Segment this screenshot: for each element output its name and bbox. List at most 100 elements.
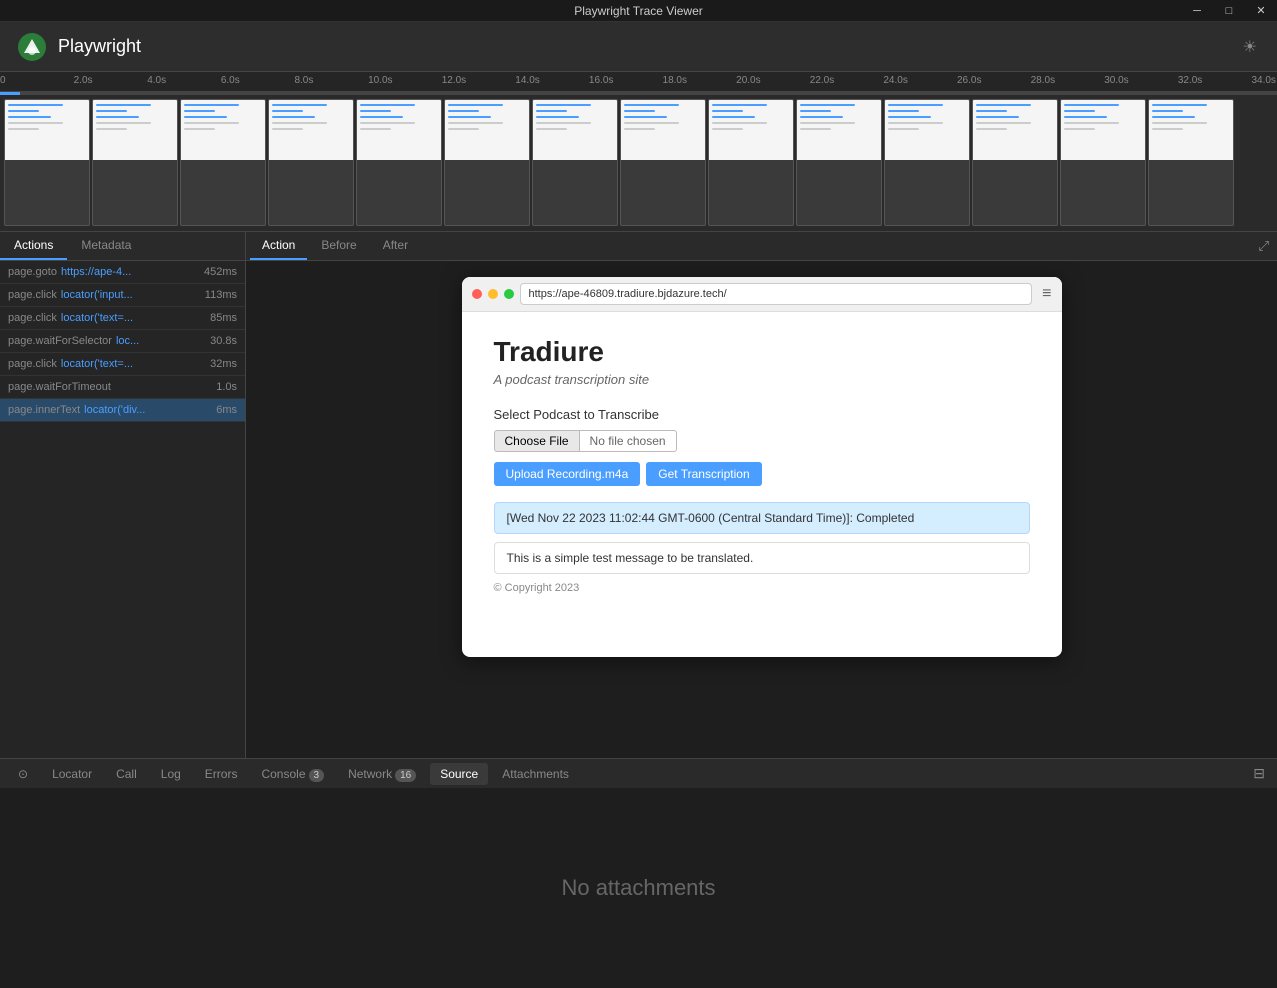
timeline-tick: 6.0s [221, 75, 240, 86]
tab-badge: 3 [309, 769, 325, 782]
action-item[interactable]: page.waitForSelectorloc...30.8s [0, 330, 245, 353]
header-left: Playwright [16, 31, 141, 63]
bottom-tab-[interactable]: ⊙ [8, 763, 38, 785]
result-message: This is a simple test message to be tran… [494, 542, 1030, 574]
browser-window: https://ape-46809.tradiure.bjdazure.tech… [462, 277, 1062, 657]
bottom-tab-locator[interactable]: Locator [42, 763, 102, 785]
action-duration: 32ms [210, 358, 237, 370]
timeline-tick: 2.0s [74, 75, 93, 86]
action-duration: 85ms [210, 312, 237, 324]
action-locator: locator('input... [61, 289, 201, 301]
browser-menu-icon[interactable]: ≡ [1042, 285, 1051, 303]
tab-after[interactable]: After [371, 232, 420, 260]
tab-badge: 16 [395, 769, 416, 782]
bottom-tab-log[interactable]: Log [151, 763, 191, 785]
screenshot-thumb[interactable] [532, 99, 618, 226]
timeline-tick: 14.0s [515, 75, 539, 86]
no-attachments-section: No attachments [0, 788, 1277, 988]
maximize-button[interactable]: □ [1213, 0, 1245, 22]
action-item[interactable]: page.waitForTimeout 1.0s [0, 376, 245, 399]
screenshot-thumb[interactable] [356, 99, 442, 226]
tab-action[interactable]: Action [250, 232, 307, 260]
theme-toggle-button[interactable]: ☀ [1239, 33, 1261, 61]
timeline-tick: 20.0s [736, 75, 760, 86]
screenshot-thumb[interactable] [1060, 99, 1146, 226]
copyright-text: © Copyright 2023 [494, 582, 1030, 594]
screenshot-thumb[interactable] [1148, 99, 1234, 226]
action-method: page.click [8, 289, 57, 301]
transcribe-button[interactable]: Get Transcription [646, 462, 761, 486]
choose-file-button[interactable]: Choose File [494, 430, 580, 452]
action-item[interactable]: page.innerTextlocator('div...6ms [0, 399, 245, 422]
tab-actions[interactable]: Actions [0, 232, 67, 260]
timeline-tick: 12.0s [442, 75, 466, 86]
app-header: Playwright ☀ [0, 22, 1277, 72]
screenshot-thumb[interactable] [4, 99, 90, 226]
left-panel: Actions Metadata page.gotohttps://ape-4.… [0, 232, 246, 758]
screenshot-thumb[interactable] [708, 99, 794, 226]
upload-button[interactable]: Upload Recording.m4a [494, 462, 641, 486]
timeline-progress-fill [0, 92, 20, 95]
window-title: Playwright Trace Viewer [574, 4, 703, 18]
bottom-tab-attachments[interactable]: Attachments [492, 763, 579, 785]
timeline-tick: 32.0s [1178, 75, 1202, 86]
timeline-tick: 26.0s [957, 75, 981, 86]
select-podcast-label: Select Podcast to Transcribe [494, 407, 1030, 422]
action-method: page.click [8, 358, 57, 370]
no-attachments-text: No attachments [561, 875, 715, 901]
panel-tabs: Actions Metadata [0, 232, 245, 261]
screenshot-thumb[interactable] [620, 99, 706, 226]
screenshot-thumb[interactable] [180, 99, 266, 226]
bottom-tab-console[interactable]: Console3 [251, 763, 334, 785]
no-file-text: No file chosen [580, 430, 677, 452]
screenshot-thumb[interactable] [972, 99, 1058, 226]
action-duration: 6ms [216, 404, 237, 416]
action-item[interactable]: page.gotohttps://ape-4...452ms [0, 261, 245, 284]
timeline-screenshots [0, 95, 1277, 230]
expand-button[interactable]: ⤢ [1254, 234, 1273, 258]
bottom-tab-call[interactable]: Call [106, 763, 147, 785]
tab-before[interactable]: Before [309, 232, 368, 260]
bottom-right-controls: ⊟ [1249, 761, 1269, 786]
timeline-tick: 16.0s [589, 75, 613, 86]
close-button[interactable]: ✕ [1245, 0, 1277, 22]
window-controls: ─ □ ✕ [1181, 0, 1277, 22]
bottom-tab-errors[interactable]: Errors [195, 763, 248, 785]
action-tabs: Action Before After ⤢ [246, 232, 1277, 261]
timeline-tick: 10.0s [368, 75, 392, 86]
minimize-button[interactable]: ─ [1181, 0, 1213, 22]
status-message: [Wed Nov 22 2023 11:02:44 GMT-0600 (Cent… [494, 502, 1030, 534]
action-method: page.click [8, 312, 57, 324]
title-bar: Playwright Trace Viewer ─ □ ✕ [0, 0, 1277, 22]
browser-chrome: https://ape-46809.tradiure.bjdazure.tech… [462, 277, 1062, 312]
timeline-ruler[interactable]: 02.0s4.0s6.0s8.0s10.0s12.0s14.0s16.0s18.… [0, 72, 1277, 92]
tab-metadata[interactable]: Metadata [67, 232, 145, 260]
action-duration: 452ms [204, 266, 237, 278]
action-item[interactable]: page.clicklocator('text=...85ms [0, 307, 245, 330]
bottom-tab-network[interactable]: Network16 [338, 763, 426, 785]
screenshot-thumb[interactable] [884, 99, 970, 226]
screenshot-thumb[interactable] [444, 99, 530, 226]
browser-preview: https://ape-46809.tradiure.bjdazure.tech… [246, 261, 1277, 758]
screenshot-thumb[interactable] [796, 99, 882, 226]
screenshot-thumb[interactable] [268, 99, 354, 226]
action-locator: locator('text=... [61, 358, 206, 370]
timeline-tick: 4.0s [147, 75, 166, 86]
action-item[interactable]: page.clicklocator('input...113ms [0, 284, 245, 307]
bottom-tab-source[interactable]: Source [430, 763, 488, 785]
action-item[interactable]: page.click locator('text=... 32ms [0, 353, 245, 376]
action-duration: 30.8s [210, 335, 237, 347]
bottom-bar: ⊙LocatorCallLogErrorsConsole3Network16So… [0, 758, 1277, 788]
timeline-progress-bar [0, 92, 1277, 95]
action-method: page.waitForTimeout [8, 381, 111, 393]
screenshot-thumb[interactable] [92, 99, 178, 226]
timeline-tick: 22.0s [810, 75, 834, 86]
split-view-button[interactable]: ⊟ [1249, 761, 1269, 786]
browser-url-bar[interactable]: https://ape-46809.tradiure.bjdazure.tech… [520, 283, 1033, 305]
site-title: Tradiure [494, 336, 1030, 368]
action-locator: locator('div... [84, 404, 212, 416]
timeline-tick: 8.0s [294, 75, 313, 86]
app-title: Playwright [58, 36, 141, 57]
action-duration: 1.0s [216, 381, 237, 393]
main-layout: Actions Metadata page.gotohttps://ape-4.… [0, 232, 1277, 758]
